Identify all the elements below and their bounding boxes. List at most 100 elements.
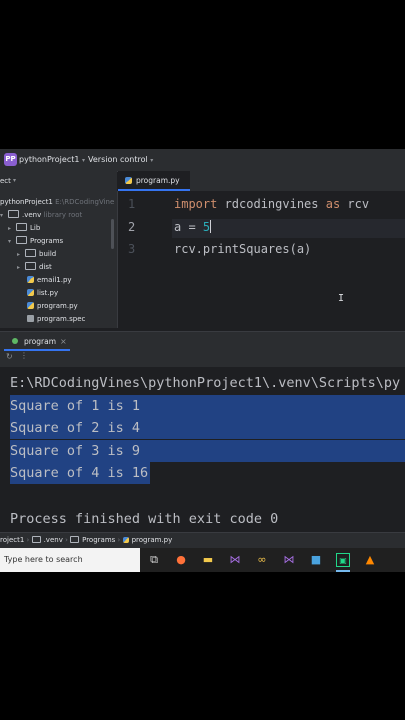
python-file-icon: [27, 289, 34, 296]
file-explorer-icon[interactable]: ▬: [201, 553, 215, 567]
chevron-right-icon[interactable]: ▸: [17, 248, 25, 261]
code-text: rdcodingvines: [217, 197, 326, 211]
project-name: pythonProject1: [19, 155, 80, 164]
more-icon[interactable]: ⋮: [20, 351, 28, 360]
tree-item-lib[interactable]: ▸ Lib: [8, 222, 40, 235]
tree-hint: library root: [43, 211, 83, 219]
tree-item-build[interactable]: ▸ build: [17, 248, 56, 261]
chevron-right-icon: ›: [117, 536, 123, 544]
chevron-down-icon: ▾: [150, 157, 154, 164]
tree-item-dist[interactable]: ▸ dist: [17, 261, 52, 274]
tree-item-venv[interactable]: ▾ .venv library root: [0, 209, 82, 222]
project-panel-title: ect: [0, 177, 11, 185]
code-line-3: rcv.printSquares(a): [174, 242, 312, 256]
tree-item-list[interactable]: list.py: [27, 287, 58, 300]
python-file-icon: [125, 177, 132, 184]
folder-icon: [16, 223, 27, 231]
folder-icon: [70, 536, 80, 543]
project-switcher[interactable]: pythonProject1 ▾: [19, 153, 85, 167]
run-tab-label[interactable]: program: [24, 335, 56, 349]
app-icon[interactable]: ∞: [255, 553, 269, 567]
chevron-down-icon[interactable]: ▾: [8, 235, 16, 248]
console-line: Square of 3 is 9: [10, 443, 141, 459]
screen-recorder-icon[interactable]: ■: [309, 553, 323, 567]
project-tree: pythonProject1 E:\RDCodingVine ▾ .venv li…: [0, 191, 118, 328]
tree-label: build: [39, 250, 57, 258]
tab-label: program.py: [136, 176, 180, 185]
code-editor[interactable]: [172, 191, 405, 328]
line-number: 2: [128, 220, 136, 234]
tree-item-program[interactable]: program.py: [27, 300, 78, 313]
vlc-icon[interactable]: ▲: [363, 553, 377, 567]
status-bar: roject1 › .venv › Programs › program.py: [0, 532, 405, 549]
tree-label: list.py: [37, 289, 59, 297]
line-number: 3: [128, 242, 136, 256]
chevron-down-icon[interactable]: ▾: [13, 175, 16, 187]
tree-item-programs[interactable]: ▾ Programs: [8, 235, 63, 248]
tree-scrollbar[interactable]: [111, 219, 114, 249]
code-text: rcv: [340, 197, 370, 211]
active-app-indicator: [336, 570, 350, 572]
screen: { "toolbar": { "project_badge": "PP", "p…: [0, 0, 405, 720]
folder-icon: [25, 249, 36, 257]
ide-window: PP pythonProject1 ▾ Version control ▾ ec…: [0, 149, 405, 572]
chevron-right-icon[interactable]: ▸: [17, 261, 25, 274]
line-number: 1: [128, 197, 136, 211]
editor-gutter: [118, 191, 172, 328]
tree-label: pythonProject1: [0, 198, 53, 206]
text-caret: [210, 220, 212, 233]
breadcrumb-item[interactable]: Programs: [82, 536, 115, 544]
tree-item-program-spec[interactable]: program.spec: [27, 313, 85, 326]
taskbar-search-box[interactable]: Type here to search: [0, 548, 140, 572]
version-control-label: Version control: [88, 155, 148, 164]
console-line: Square of 2 is 4: [10, 420, 141, 436]
chevron-right-icon: ›: [26, 536, 32, 544]
console-command: E:\RDCodingVines\pythonProject1\.venv\Sc…: [10, 375, 401, 391]
breadcrumb-item[interactable]: roject1: [0, 536, 24, 544]
visual-studio-icon[interactable]: ⋈: [282, 553, 296, 567]
tree-label: email1.py: [37, 276, 72, 284]
python-file-icon: [27, 276, 34, 283]
folder-icon: [16, 236, 27, 244]
folder-icon: [31, 536, 41, 543]
task-view-icon[interactable]: ⧉: [147, 553, 161, 567]
spec-file-icon: [27, 315, 34, 322]
tree-label: program.spec: [37, 315, 86, 323]
project-badge[interactable]: PP: [4, 153, 17, 166]
run-toolbar: ↻ ⋮: [0, 351, 405, 367]
tree-path: E:\RDCodingVine: [55, 198, 115, 206]
tree-item-root[interactable]: pythonProject1 E:\RDCodingVine: [0, 196, 114, 209]
python-file-icon: [27, 302, 34, 309]
refresh-icon[interactable]: ↻: [6, 352, 13, 361]
tree-item-email1[interactable]: email1.py: [27, 274, 72, 287]
number-literal: 5: [202, 220, 211, 234]
breadcrumb-item[interactable]: program.py: [132, 536, 173, 544]
tree-label: program.py: [37, 302, 78, 310]
console-line: Square of 4 is 16: [10, 465, 149, 481]
console-line: Square of 1 is 1: [10, 398, 141, 414]
tree-label: Programs: [30, 237, 64, 245]
code-line-1: import rdcodingvines as rcv: [174, 197, 369, 211]
pycharm-icon[interactable]: ▣: [336, 553, 350, 567]
chevron-down-icon: ▾: [82, 157, 86, 164]
project-panel-header: ect ▾: [0, 171, 117, 191]
close-icon[interactable]: ×: [60, 335, 67, 349]
visual-studio-icon[interactable]: ⋈: [228, 553, 242, 567]
keyword: as: [325, 197, 341, 211]
tab-program-py[interactable]: program.py: [118, 171, 190, 191]
folder-icon: [25, 262, 36, 270]
tree-label: .venv: [22, 211, 42, 219]
ibeam-cursor-icon: I: [338, 293, 345, 304]
chevron-right-icon[interactable]: ▸: [8, 222, 16, 235]
breadcrumb: roject1 › .venv › Programs › program.py: [0, 533, 172, 548]
code-line-2: a = 5: [174, 220, 212, 234]
version-control-menu[interactable]: Version control ▾: [88, 153, 153, 167]
firefox-icon[interactable]: ●: [174, 553, 188, 567]
breadcrumb-item[interactable]: .venv: [44, 536, 63, 544]
tree-label: dist: [39, 263, 52, 271]
chevron-down-icon[interactable]: ▾: [0, 209, 8, 222]
run-config-icon: [12, 338, 18, 344]
keyword: import: [174, 197, 218, 211]
python-file-icon: [122, 537, 129, 543]
console-exit-message: Process finished with exit code 0: [10, 511, 279, 527]
